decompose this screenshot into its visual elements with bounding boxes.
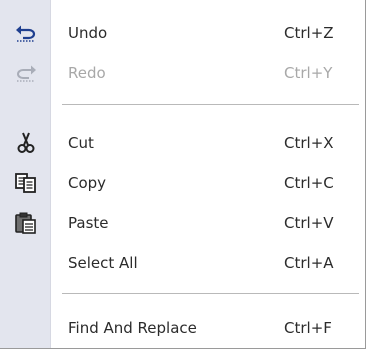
paste-icon (14, 212, 38, 234)
menu-item-cut[interactable]: Cut Ctrl+X (0, 123, 365, 163)
menu-item-shortcut: Ctrl+A (284, 254, 334, 272)
menu-item-undo[interactable]: Undo Ctrl+Z (0, 13, 365, 53)
menu-item-label: Undo (68, 24, 108, 42)
redo-icon (14, 62, 38, 84)
menu-item-shortcut: Ctrl+X (284, 134, 334, 152)
menu-item-label: Select All (68, 254, 138, 272)
menu-item-shortcut: Ctrl+V (284, 214, 334, 232)
menu-separator (62, 104, 359, 106)
menu-separator (62, 293, 359, 295)
menu-item-redo[interactable]: Redo Ctrl+Y (0, 53, 365, 93)
menu-item-select-all[interactable]: Select All Ctrl+A (0, 243, 365, 283)
menu-item-label: Copy (68, 174, 107, 192)
menu-item-shortcut: Ctrl+Y (284, 64, 333, 82)
menu-item-label: Paste (68, 214, 109, 232)
edit-context-menu: Undo Ctrl+Z Redo Ctrl+Y Cut Ctrl+X Copy … (0, 0, 366, 349)
menu-item-label: Redo (68, 64, 106, 82)
menu-item-copy[interactable]: Copy Ctrl+C (0, 163, 365, 203)
menu-item-paste[interactable]: Paste Ctrl+V (0, 203, 365, 243)
copy-icon (14, 172, 38, 194)
undo-icon (14, 22, 38, 44)
menu-item-label: Find And Replace (68, 319, 197, 337)
menu-item-shortcut: Ctrl+F (284, 319, 332, 337)
menu-item-label: Cut (68, 134, 94, 152)
cut-icon (14, 132, 38, 154)
menu-item-find-and-replace[interactable]: Find And Replace Ctrl+F (0, 308, 365, 348)
menu-item-shortcut: Ctrl+C (284, 174, 334, 192)
menu-item-shortcut: Ctrl+Z (284, 24, 334, 42)
